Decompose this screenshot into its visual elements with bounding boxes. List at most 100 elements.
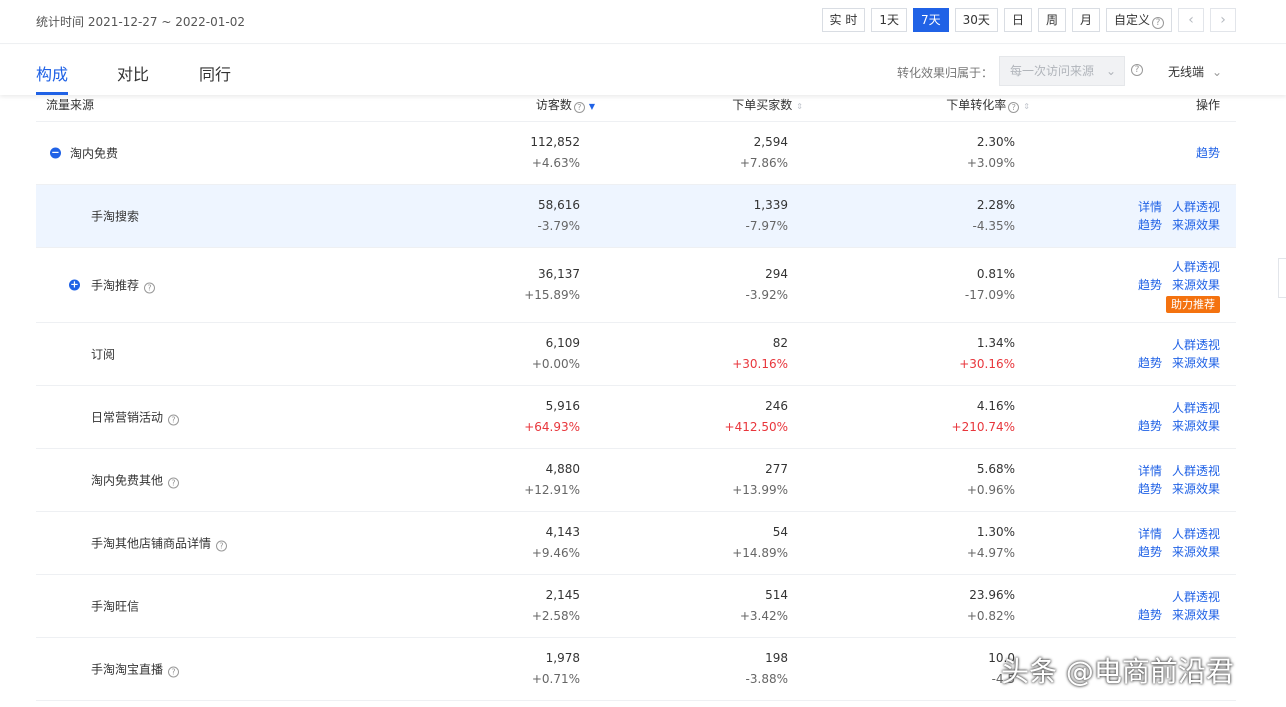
buyers-cell: 82 +30.16% (732, 333, 788, 375)
help-icon: ? (1152, 17, 1164, 29)
visitors-cell: 5,916 +64.93% (524, 396, 580, 438)
table-row[interactable]: + 手淘推荐? 36,137 +15.89% 294 -3.92% 0.81% -… (36, 248, 1236, 323)
op-link[interactable]: 趋势 (1138, 482, 1162, 496)
range-custom-button[interactable]: 自定义? (1105, 8, 1172, 32)
tab-composition[interactable]: 构成 (36, 61, 68, 85)
op-link[interactable]: 详情 (1138, 200, 1162, 214)
op-link[interactable]: 人群透视 (1172, 260, 1220, 274)
tab-compare[interactable]: 对比 (117, 61, 149, 85)
op-link[interactable]: 趋势 (1138, 218, 1162, 232)
table-row[interactable]: 手淘搜索 58,616 -3.79% 1,339 -7.97% 2.28% -4… (36, 185, 1236, 248)
op-link[interactable]: 来源效果 (1172, 356, 1220, 370)
source-name-label: 手淘其他店铺商品详情 (91, 536, 212, 551)
op-link[interactable]: 趋势 (1138, 545, 1162, 559)
op-link[interactable]: 详情 (1138, 464, 1162, 478)
help-icon: ? (1008, 102, 1020, 113)
op-link[interactable]: 人群透视 (1172, 464, 1220, 478)
header-buyers[interactable]: 下单买家数 ⇕ (732, 96, 803, 113)
op-link[interactable]: 来源效果 (1172, 218, 1220, 232)
sort-desc-icon[interactable]: ▼ (589, 103, 595, 111)
chevron-left-icon[interactable]: ‹ (1178, 8, 1204, 32)
op-link[interactable]: 来源效果 (1172, 608, 1220, 622)
range-week-button[interactable]: 周 (1037, 8, 1066, 32)
collapse-icon[interactable]: − (50, 147, 61, 159)
header-visitors[interactable]: 访客数? ▼ (536, 96, 595, 113)
watermark: 头条 @电商前沿君 (1001, 655, 1234, 688)
visitors-change: +0.71% (531, 671, 580, 686)
buyers-cell: 2,594 +7.86% (740, 132, 788, 174)
expand-icon[interactable]: + (69, 279, 80, 291)
buyers-cell: 294 -3.92% (746, 264, 788, 306)
range-month-button[interactable]: 月 (1071, 8, 1100, 32)
op-link[interactable]: 趋势 (1196, 146, 1220, 160)
table-row[interactable]: 手淘其他店铺商品详情? 4,143 +9.46% 54 +14.89% 1.30… (36, 512, 1236, 575)
op-link[interactable]: 趋势 (1138, 278, 1162, 292)
boost-badge[interactable]: 助力推荐 (1166, 295, 1220, 313)
help-icon[interactable]: ? (144, 282, 156, 294)
buyers-value: 246 (765, 398, 788, 413)
source-name-label: 淘内免费其他 (91, 473, 164, 488)
tab-bar: 构成 对比 同行 转化效果归属于： 每一次访问来源 ⌄ ? 无线端 ⌄ (0, 45, 1286, 95)
help-icon[interactable]: ? (216, 540, 228, 552)
op-link[interactable]: 人群透视 (1172, 590, 1220, 604)
visitors-cell: 6,109 +0.00% (532, 333, 580, 375)
header-buyers-label: 下单买家数 (732, 98, 793, 112)
op-link[interactable]: 人群透视 (1172, 200, 1220, 214)
op-link[interactable]: 人群透视 (1172, 338, 1220, 352)
side-edge-tab[interactable] (1278, 258, 1286, 298)
chevron-down-icon: ⌄ (1105, 64, 1116, 78)
help-icon[interactable]: ? (168, 666, 180, 678)
tab-peers[interactable]: 同行 (199, 61, 231, 85)
range-1day-button[interactable]: 1天 (871, 8, 908, 32)
range-30day-button[interactable]: 30天 (954, 8, 998, 32)
device-select[interactable]: 无线端 ⌄ (1168, 63, 1222, 80)
buyers-change: +412.50% (724, 419, 788, 434)
table-row[interactable]: − 淘内免费 112,852 +4.63% 2,594 +7.86% 2.30% … (36, 122, 1236, 185)
table-row[interactable]: 手淘旺信 2,145 +2.58% 514 +3.42% 23.96% +0.8… (36, 575, 1236, 638)
buyers-change: -3.92% (745, 287, 788, 302)
attribution-select[interactable]: 每一次访问来源 ⌄ (999, 56, 1125, 86)
op-link[interactable]: 趋势 (1138, 356, 1162, 370)
chevron-right-icon[interactable]: › (1210, 8, 1236, 32)
visitors-cell: 58,616 -3.79% (538, 195, 580, 237)
header-rate-label: 下单转化率 (946, 98, 1007, 112)
rate-cell: 1.30% +4.97% (967, 522, 1015, 564)
table-row[interactable]: 淘内免费其他? 4,880 +12.91% 277 +13.99% 5.68% … (36, 449, 1236, 512)
op-link[interactable]: 趋势 (1138, 419, 1162, 433)
table-row[interactable]: 日常营销活动? 5,916 +64.93% 246 +412.50% 4.16%… (36, 386, 1236, 449)
sort-icon[interactable]: ⇕ (1023, 103, 1030, 111)
visitors-value: 36,137 (538, 266, 580, 281)
attribution-value: 每一次访问来源 (1010, 64, 1095, 78)
buyers-value: 514 (765, 587, 788, 602)
op-link[interactable]: 来源效果 (1172, 482, 1220, 496)
rate-cell: 0.81% -17.09% (965, 264, 1015, 306)
header-rate[interactable]: 下单转化率? ⇕ (946, 96, 1030, 113)
range-7day-button[interactable]: 7天 (913, 8, 949, 32)
source-name: 手淘搜索 (91, 208, 139, 225)
op-link[interactable]: 人群透视 (1172, 401, 1220, 415)
rate-change: +0.96% (966, 482, 1015, 497)
sort-icon[interactable]: ⇕ (796, 103, 803, 111)
buyers-value: 198 (765, 650, 788, 665)
range-realtime-button[interactable]: 实 时 (821, 8, 866, 32)
op-link[interactable]: 来源效果 (1172, 419, 1220, 433)
buyers-cell: 246 +412.50% (725, 396, 788, 438)
op-link[interactable]: 来源效果 (1172, 545, 1220, 559)
op-link[interactable]: 人群透视 (1172, 527, 1220, 541)
visitors-cell: 1,978 +0.71% (532, 648, 580, 690)
source-name: 淘内免费 (70, 145, 118, 162)
source-name: 手淘旺信 (91, 598, 139, 615)
header-source: 流量来源 (46, 98, 95, 112)
help-icon[interactable]: ? (1131, 64, 1143, 76)
range-day-button[interactable]: 日 (1003, 8, 1032, 32)
help-icon[interactable]: ? (168, 414, 180, 426)
op-link[interactable]: 来源效果 (1172, 278, 1220, 292)
help-icon[interactable]: ? (168, 477, 180, 489)
header-visitors-label: 访客数 (535, 98, 572, 112)
visitors-value: 5,916 (545, 398, 580, 413)
table-row[interactable]: 订阅 6,109 +0.00% 82 +30.16% 1.34% +30.16%… (36, 323, 1236, 386)
op-link[interactable]: 趋势 (1138, 608, 1162, 622)
source-name-label: 手淘旺信 (91, 599, 140, 614)
buyers-cell: 54 +14.89% (732, 522, 788, 564)
op-link[interactable]: 详情 (1138, 527, 1162, 541)
